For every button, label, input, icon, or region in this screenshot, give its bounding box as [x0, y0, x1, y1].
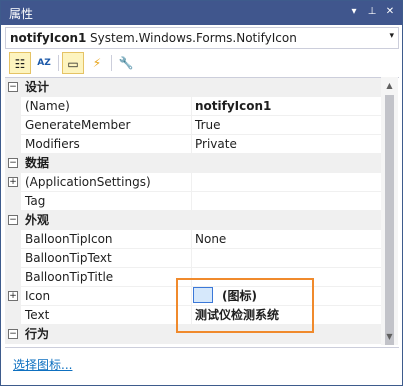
wrench-icon[interactable]: 🔧 [115, 52, 137, 74]
property-value[interactable]: Private [192, 135, 382, 154]
row-gutter [5, 306, 21, 325]
object-selector[interactable]: notifyIcon1 System.Windows.Forms.NotifyI… [5, 27, 399, 49]
window-title: 属性 [9, 7, 34, 21]
window-position-button[interactable]: ▾ [346, 4, 362, 20]
highlight-box [176, 278, 314, 333]
title-bar: 属性 ▾ ⊥ ✕ [1, 1, 402, 25]
property-row[interactable]: BalloonTipIcon None [5, 230, 382, 249]
scroll-thumb[interactable] [385, 95, 394, 345]
category-label: 设计 [25, 80, 50, 94]
property-value[interactable]: True [192, 116, 382, 135]
collapse-icon[interactable]: − [8, 329, 18, 339]
row-gutter [5, 230, 21, 249]
property-value[interactable]: notifyIcon1 [192, 97, 382, 116]
property-name: (Name) [21, 97, 192, 116]
object-type: System.Windows.Forms.NotifyIcon [90, 31, 297, 45]
category-data[interactable]: − 数据 [5, 154, 382, 173]
row-gutter [5, 268, 21, 287]
categorized-icon[interactable]: ☷ [9, 52, 31, 74]
toolbar-separator [58, 55, 59, 71]
expand-icon[interactable]: + [8, 177, 18, 187]
alphabetical-icon[interactable]: AZ [33, 52, 55, 74]
row-gutter [5, 135, 21, 154]
close-button[interactable]: ✕ [382, 4, 398, 20]
property-row[interactable]: Tag [5, 192, 382, 211]
property-name: GenerateMember [21, 116, 192, 135]
object-name: notifyIcon1 [10, 31, 87, 45]
category-design[interactable]: − 设计 [5, 78, 382, 97]
property-row[interactable]: GenerateMember True [5, 116, 382, 135]
row-gutter [5, 116, 21, 135]
scroll-down-icon[interactable]: ▼ [381, 328, 398, 345]
collapse-icon[interactable]: − [8, 158, 18, 168]
properties-icon[interactable]: ▭ [62, 52, 84, 74]
category-label: 外观 [25, 213, 50, 227]
row-gutter [5, 192, 21, 211]
property-value[interactable] [192, 192, 382, 211]
property-name: Tag [21, 192, 192, 211]
property-value[interactable]: None [192, 230, 382, 249]
property-name: Text [21, 306, 192, 325]
category-appearance[interactable]: − 外观 [5, 211, 382, 230]
row-gutter [5, 97, 21, 116]
properties-window: 属性 ▾ ⊥ ✕ notifyIcon1 System.Windows.Form… [0, 0, 403, 386]
pin-icon[interactable]: ⊥ [364, 4, 380, 20]
choose-icon-link[interactable]: 选择图标... [13, 356, 72, 373]
property-name: BalloonTipIcon [21, 230, 192, 249]
vertical-scrollbar[interactable]: ▲ ▼ [381, 77, 398, 345]
property-name: Modifiers [21, 135, 192, 154]
property-row[interactable]: BalloonTipText [5, 249, 382, 268]
chevron-down-icon[interactable]: ▾ [389, 31, 394, 41]
scroll-up-icon[interactable]: ▲ [381, 77, 398, 94]
property-name: Icon [21, 287, 192, 306]
command-pane: 选择图标... [5, 347, 399, 383]
row-gutter [5, 249, 21, 268]
property-name: BalloonTipText [21, 249, 192, 268]
property-value[interactable] [192, 249, 382, 268]
events-icon[interactable]: ⚡ [86, 52, 108, 74]
property-row[interactable]: + (ApplicationSettings) [5, 173, 382, 192]
row-gutter: + [5, 173, 21, 192]
property-row[interactable]: (Name) notifyIcon1 [5, 97, 382, 116]
row-gutter: + [5, 287, 21, 306]
collapse-icon[interactable]: − [8, 82, 18, 92]
expand-icon[interactable]: + [8, 291, 18, 301]
category-label: 数据 [25, 156, 50, 170]
collapse-icon[interactable]: − [8, 215, 18, 225]
property-row[interactable]: Modifiers Private [5, 135, 382, 154]
property-value[interactable] [192, 173, 382, 192]
properties-toolbar: ☷ AZ ▭ ⚡ 🔧 [5, 51, 399, 75]
category-label: 行为 [25, 327, 50, 341]
toolbar-separator [111, 55, 112, 71]
property-name: BalloonTipTitle [21, 268, 192, 287]
property-name: (ApplicationSettings) [21, 173, 192, 192]
